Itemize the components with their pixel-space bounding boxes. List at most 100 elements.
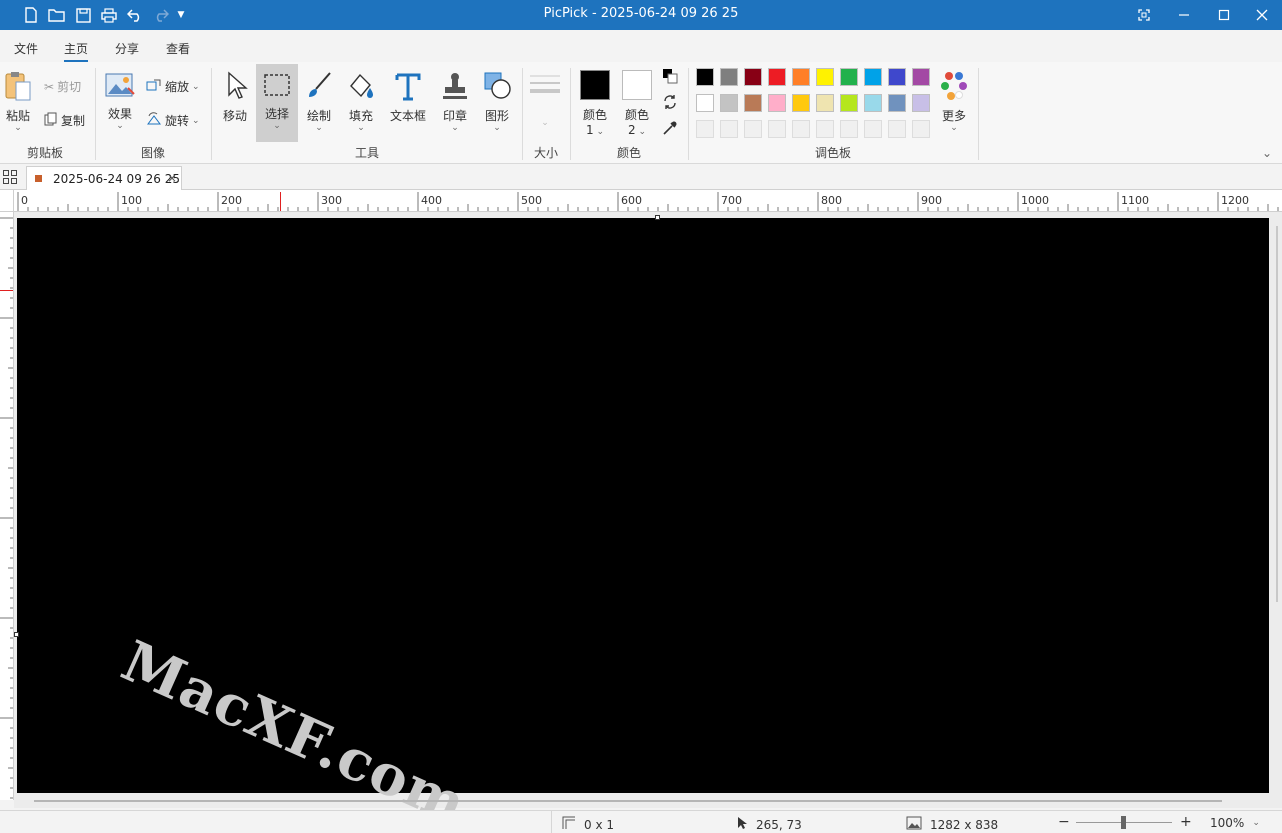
color2-button[interactable]: 颜色 2 ⌄ [620, 70, 654, 137]
horizontal-scrollbar[interactable] [34, 800, 1222, 802]
select-tool-button[interactable]: 选择 ⌄ [256, 64, 298, 142]
effects-button[interactable]: 效果 ⌄ [102, 70, 138, 131]
vertical-scrollbar[interactable] [1276, 226, 1278, 602]
tab-file[interactable]: 文件 [14, 40, 38, 57]
palette-swatch[interactable] [744, 68, 762, 86]
custom-color-slot[interactable] [912, 120, 930, 138]
palette-swatch[interactable] [912, 68, 930, 86]
custom-color-slot[interactable] [768, 120, 786, 138]
color1-button[interactable]: 颜色 1 ⌄ [578, 70, 612, 137]
cut-button[interactable]: ✂ 剪切 [44, 78, 81, 95]
palette-swatch[interactable] [696, 68, 714, 86]
palette-swatch[interactable] [720, 68, 738, 86]
palette-swatch[interactable] [888, 94, 906, 112]
palette-swatch[interactable] [768, 94, 786, 112]
palette-swatch[interactable] [816, 94, 834, 112]
custom-color-slot[interactable] [864, 120, 882, 138]
paste-button[interactable]: 粘贴 ⌄ [2, 70, 34, 133]
palette-swatch[interactable] [840, 68, 858, 86]
effects-dropdown-icon[interactable]: ⌄ [102, 122, 138, 131]
resize-button[interactable]: 缩放 ⌄ [146, 78, 200, 95]
custom-color-slot[interactable] [720, 120, 738, 138]
close-tab-icon[interactable]: × [167, 171, 177, 185]
custom-color-slot[interactable] [888, 120, 906, 138]
zoom-dropdown-icon[interactable]: ⌄ [1252, 818, 1260, 828]
fill-dropdown-icon[interactable]: ⌄ [344, 124, 378, 133]
palette-swatch[interactable] [792, 68, 810, 86]
rotate-dropdown-icon[interactable]: ⌄ [192, 116, 200, 126]
zoom-out-button[interactable]: − [1058, 814, 1070, 830]
cursor-position: 265, 73 [736, 816, 802, 833]
tab-share[interactable]: 分享 [115, 40, 139, 57]
image-effects-icon [105, 73, 135, 97]
zoom-level[interactable]: 100% ⌄ [1210, 816, 1260, 830]
zoom-in-button[interactable]: + [1180, 814, 1192, 830]
reset-colors-icon[interactable] [662, 68, 678, 84]
custom-color-slot[interactable] [744, 120, 762, 138]
custom-color-slot[interactable] [792, 120, 810, 138]
palette-swatch[interactable] [864, 94, 882, 112]
ruler-label: 0 [21, 194, 28, 207]
collapse-ribbon-icon[interactable]: ⌄ [1262, 146, 1272, 160]
tab-home[interactable]: 主页 [64, 40, 89, 62]
palette-swatch[interactable] [744, 94, 762, 112]
copy-label: 复制 [61, 114, 86, 128]
resize-handle-left[interactable] [14, 632, 19, 637]
palette-swatch[interactable] [720, 94, 738, 112]
stamp-dropdown-icon[interactable]: ⌄ [438, 124, 472, 133]
textbox-tool-button[interactable]: 文本框 [388, 70, 428, 124]
close-button[interactable] [1242, 0, 1282, 30]
more-colors-button[interactable]: 更多 ⌄ [936, 70, 972, 133]
color2-dropdown-icon[interactable]: ⌄ [636, 127, 646, 137]
fullscreen-capture-icon[interactable] [1124, 0, 1164, 30]
palette-swatch[interactable] [792, 94, 810, 112]
eyedropper-icon[interactable] [662, 120, 678, 136]
shape-dropdown-icon[interactable]: ⌄ [480, 124, 514, 133]
custom-color-slot[interactable] [840, 120, 858, 138]
palette-swatch[interactable] [768, 68, 786, 86]
text-t-icon [395, 73, 421, 101]
rotate-button[interactable]: 旋转 ⌄ [146, 112, 200, 129]
custom-color-slot[interactable] [816, 120, 834, 138]
resize-handle-top[interactable] [655, 215, 660, 220]
palette-swatch[interactable] [816, 68, 834, 86]
color1-dropdown-icon[interactable]: ⌄ [594, 127, 604, 137]
image-canvas[interactable]: MacXF.com [17, 218, 1269, 833]
palette-swatch[interactable] [912, 94, 930, 112]
stamp-label: 印章 [442, 109, 467, 123]
shape-tool-button[interactable]: 图形 ⌄ [480, 70, 514, 133]
resize-label: 缩放 [165, 80, 190, 94]
select-dropdown-icon[interactable]: ⌄ [256, 122, 298, 131]
minimize-button[interactable] [1164, 0, 1204, 30]
move-tool-button[interactable]: 移动 [218, 70, 252, 124]
resize-dropdown-icon[interactable]: ⌄ [192, 82, 200, 92]
ruler-label: 400 [421, 194, 442, 207]
draw-dropdown-icon[interactable]: ⌄ [302, 124, 336, 133]
image-group-label: 图像 [140, 146, 165, 160]
separator [211, 68, 212, 160]
zoom-slider-thumb[interactable] [1121, 816, 1126, 829]
window-title: PicPick - 2025-06-24 09 26 25 [543, 6, 739, 21]
size-button[interactable]: ⌄ [528, 74, 562, 128]
maximize-button[interactable] [1204, 0, 1244, 30]
palette-swatch[interactable] [864, 68, 882, 86]
canvas-area[interactable]: MacXF.com [14, 212, 1282, 833]
ruler-label: 1200 [1221, 194, 1249, 207]
copy-button[interactable]: 复制 [44, 112, 85, 129]
stamp-tool-button[interactable]: 印章 ⌄ [438, 70, 472, 133]
move-label: 移动 [222, 109, 247, 123]
palette-swatch[interactable] [888, 68, 906, 86]
size-dropdown-icon[interactable]: ⌄ [528, 119, 562, 128]
grid-view-icon[interactable] [3, 170, 17, 187]
palette-swatch[interactable] [840, 94, 858, 112]
shape-label: 图形 [484, 109, 509, 123]
fill-tool-button[interactable]: 填充 ⌄ [344, 70, 378, 133]
more-dropdown-icon[interactable]: ⌄ [936, 124, 972, 133]
custom-color-slot[interactable] [696, 120, 714, 138]
swap-colors-icon[interactable] [662, 94, 678, 110]
paste-dropdown-icon[interactable]: ⌄ [2, 124, 34, 133]
draw-tool-button[interactable]: 绘制 ⌄ [302, 70, 336, 133]
tab-view[interactable]: 查看 [166, 40, 190, 57]
document-tab[interactable]: 2025-06-24 09 26 25 × [26, 166, 182, 190]
palette-swatch[interactable] [696, 94, 714, 112]
